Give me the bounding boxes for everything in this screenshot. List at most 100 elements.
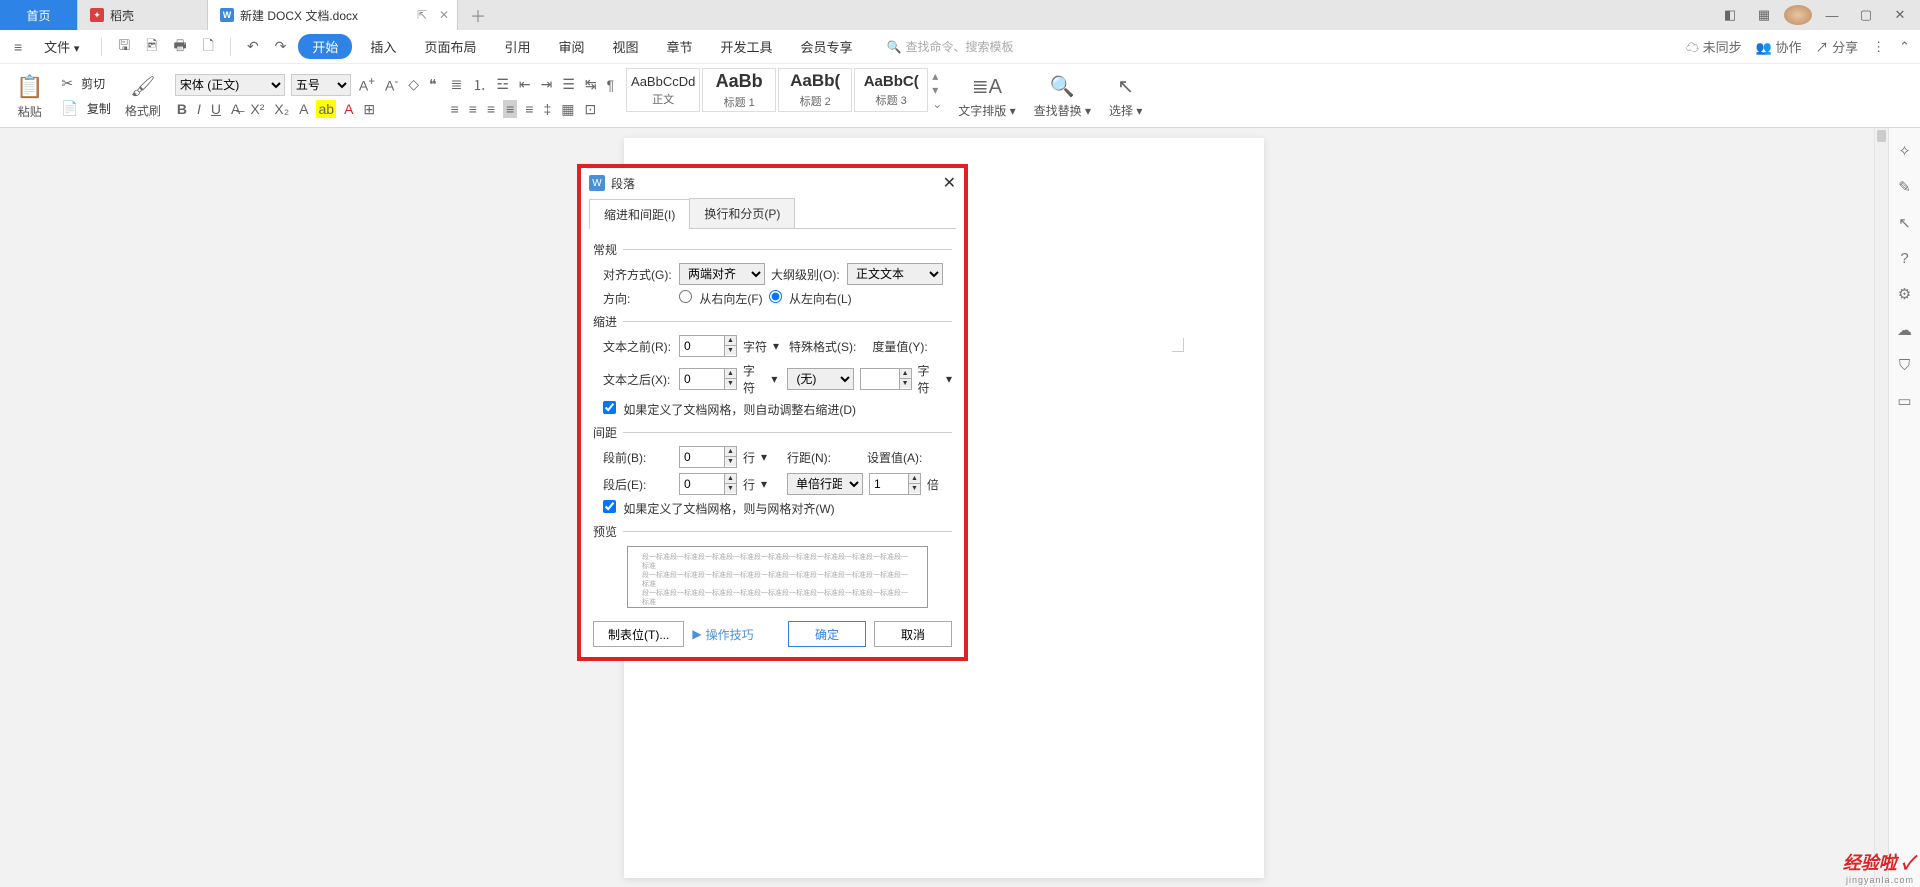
command-search[interactable]: 🔍 查找命令、搜索模板 xyxy=(887,38,1014,55)
highlight-icon[interactable]: ab xyxy=(316,100,336,118)
indent-after-input[interactable] xyxy=(679,368,725,390)
side-screen-icon[interactable]: ▭ xyxy=(1897,392,1911,410)
typeset-group[interactable]: ≣A文字排版 ▾ xyxy=(954,68,1019,124)
alignment-select[interactable]: 两端对齐 xyxy=(679,263,765,285)
special-format-select[interactable]: (无) xyxy=(787,368,853,390)
save-icon[interactable]: 🖫 xyxy=(114,33,134,61)
increase-indent-icon[interactable]: ⇥ xyxy=(539,75,555,94)
borders-icon[interactable]: ⊡ xyxy=(582,100,598,119)
ok-button[interactable]: 确定 xyxy=(788,621,866,647)
menu-section[interactable]: 章节 xyxy=(657,33,703,60)
tabstop-button[interactable]: 制表位(T)... xyxy=(593,621,684,647)
side-shield-icon[interactable]: ⛉ xyxy=(1899,357,1910,374)
decrease-indent-icon[interactable]: ⇤ xyxy=(517,75,533,94)
side-ai-icon[interactable]: ✧ xyxy=(1898,142,1911,160)
side-help-icon[interactable]: ? xyxy=(1900,250,1908,267)
menu-start[interactable]: 开始 xyxy=(298,34,352,59)
indent-after-spin[interactable]: ▲▼ xyxy=(725,368,737,390)
sort-icon[interactable]: ☰ xyxy=(560,75,577,94)
multilevel-icon[interactable]: ☲ xyxy=(494,75,511,94)
align-right-icon[interactable]: ≡ xyxy=(485,100,497,118)
tab-indent-spacing[interactable]: 缩进和间距(I) xyxy=(589,199,690,229)
tab-daoke[interactable]: ✦稻壳 xyxy=(78,0,208,30)
phonetic-icon[interactable]: ❝ xyxy=(427,75,439,94)
align-dist-icon[interactable]: ≡ xyxy=(523,100,535,118)
undo-icon[interactable]: ↶ xyxy=(243,36,263,57)
side-cloud-icon[interactable]: ☁ xyxy=(1897,321,1912,339)
linespace-select[interactable]: 单倍行距 xyxy=(787,473,863,495)
menu-reference[interactable]: 引用 xyxy=(494,33,540,60)
dialog-close-icon[interactable]: ✕ xyxy=(943,173,956,193)
direction-ltr[interactable]: 从左向右(L) xyxy=(769,290,852,307)
style-normal[interactable]: AaBbCcDd正文 xyxy=(626,68,700,112)
showmarks-icon[interactable]: ¶ xyxy=(605,76,617,94)
side-settings-icon[interactable]: ⚙ xyxy=(1898,285,1911,303)
select-group[interactable]: ↖选择 ▾ xyxy=(1105,68,1146,124)
cut-icon[interactable]: ✂ xyxy=(59,74,75,93)
collab-button[interactable]: 👥 协作 xyxy=(1756,37,1802,56)
underline-icon[interactable]: U xyxy=(209,100,223,118)
preview-icon[interactable]: 🗋 xyxy=(199,33,218,61)
vertical-scrollbar[interactable] xyxy=(1874,128,1888,887)
shading-icon[interactable]: ▦ xyxy=(559,100,576,119)
setvalue-input[interactable] xyxy=(869,473,909,495)
share-button[interactable]: ↗ 分享 xyxy=(1815,37,1858,56)
align-center-icon[interactable]: ≡ xyxy=(467,100,479,118)
align-left-icon[interactable]: ≡ xyxy=(449,100,461,118)
auto-indent-check[interactable]: 如果定义了文档网格，则自动调整右缩进(D) xyxy=(603,401,856,418)
style-h3[interactable]: AaBbC(标题 3 xyxy=(854,68,928,112)
space-after-input[interactable] xyxy=(679,473,725,495)
find-replace-group[interactable]: 🔍查找替换 ▾ xyxy=(1030,68,1095,124)
expand-ribbon-icon[interactable]: ⌃ xyxy=(1899,39,1910,55)
format-brush[interactable]: 🖌 格式刷 xyxy=(121,68,165,124)
tab-line-page[interactable]: 换行和分页(P) xyxy=(689,198,795,228)
menu-view[interactable]: 视图 xyxy=(602,33,648,60)
copy-icon[interactable]: 📄 xyxy=(59,99,80,118)
space-before-spin[interactable]: ▲▼ xyxy=(725,446,737,468)
more-menu-icon[interactable]: ⋮ xyxy=(1872,39,1885,55)
align-justify-icon[interactable]: ≡ xyxy=(503,100,517,118)
sync-status[interactable]: ☁ 未同步 xyxy=(1686,37,1742,56)
font-name-select[interactable]: 宋体 (正文) xyxy=(175,74,285,96)
strike-icon[interactable]: A̶ xyxy=(229,100,242,118)
outline-select[interactable]: 正文文本 xyxy=(847,263,943,285)
italic-icon[interactable]: I xyxy=(195,100,203,118)
tab-pin-icon[interactable]: ⇱ xyxy=(417,8,427,22)
subscript-icon[interactable]: X₂ xyxy=(272,100,291,118)
minimize-icon[interactable]: ― xyxy=(1818,8,1846,23)
tab-close-icon[interactable]: ✕ xyxy=(439,8,449,22)
redo-icon[interactable]: ↷ xyxy=(271,36,291,57)
style-h1[interactable]: AaBb标题 1 xyxy=(702,68,776,112)
numbering-icon[interactable]: ⒈ xyxy=(470,74,488,96)
font-size-select[interactable]: 五号 xyxy=(291,74,351,96)
style-h2[interactable]: AaBb(标题 2 xyxy=(778,68,852,112)
snap-grid-check[interactable]: 如果定义了文档网格，则与网格对齐(W) xyxy=(603,500,835,517)
tab-home[interactable]: 首页 xyxy=(0,0,78,30)
font-color-icon[interactable]: A xyxy=(342,100,355,118)
tab-icon[interactable]: ↹ xyxy=(583,75,599,94)
setvalue-spin[interactable]: ▲▼ xyxy=(909,473,921,495)
style-scroll[interactable]: ▴▾⌄ xyxy=(930,68,944,112)
indent-before-spin[interactable]: ▲▼ xyxy=(725,335,737,357)
clear-format-icon[interactable]: ◇ xyxy=(406,75,421,94)
tab-document[interactable]: W 新建 DOCX 文档.docx ⇱ ✕ xyxy=(208,0,458,30)
avatar[interactable] xyxy=(1784,5,1812,25)
menu-pagelayout[interactable]: 页面布局 xyxy=(414,33,486,60)
tips-link[interactable]: ▶ 操作技巧 xyxy=(692,626,753,643)
side-cursor-icon[interactable]: ↖ xyxy=(1898,214,1911,232)
direction-rtl[interactable]: 从右向左(F) xyxy=(679,290,763,307)
indent-before-input[interactable] xyxy=(679,335,725,357)
grid-icon[interactable]: ▦ xyxy=(1750,7,1778,23)
text-effect-icon[interactable]: A xyxy=(297,100,310,118)
space-before-input[interactable] xyxy=(679,446,725,468)
cancel-button[interactable]: 取消 xyxy=(874,621,952,647)
menu-devtools[interactable]: 开发工具 xyxy=(711,33,783,60)
paste-group[interactable]: 📋 粘贴 xyxy=(10,68,49,124)
export-icon[interactable]: 🖻 xyxy=(142,33,161,61)
measure-input[interactable] xyxy=(860,368,900,390)
close-window-icon[interactable]: ✕ xyxy=(1886,7,1914,23)
superscript-icon[interactable]: X² xyxy=(248,100,266,118)
border-icon[interactable]: ⊞ xyxy=(361,100,377,119)
menu-file[interactable]: 文件 ▾ xyxy=(34,33,89,60)
menu-review[interactable]: 审阅 xyxy=(548,33,594,60)
